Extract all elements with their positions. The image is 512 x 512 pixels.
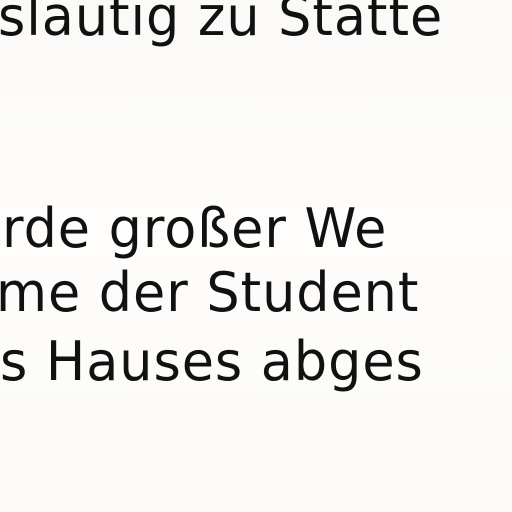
text-line-3: me der Student [0, 261, 420, 324]
text-line-4: s Hauses abges [0, 330, 424, 393]
text-line-1: släutig zu Stätte [0, 0, 444, 48]
document-page: släutig zu Stätte rde großer We me der S… [0, 0, 512, 512]
text-line-2: rde großer We [2, 197, 388, 260]
